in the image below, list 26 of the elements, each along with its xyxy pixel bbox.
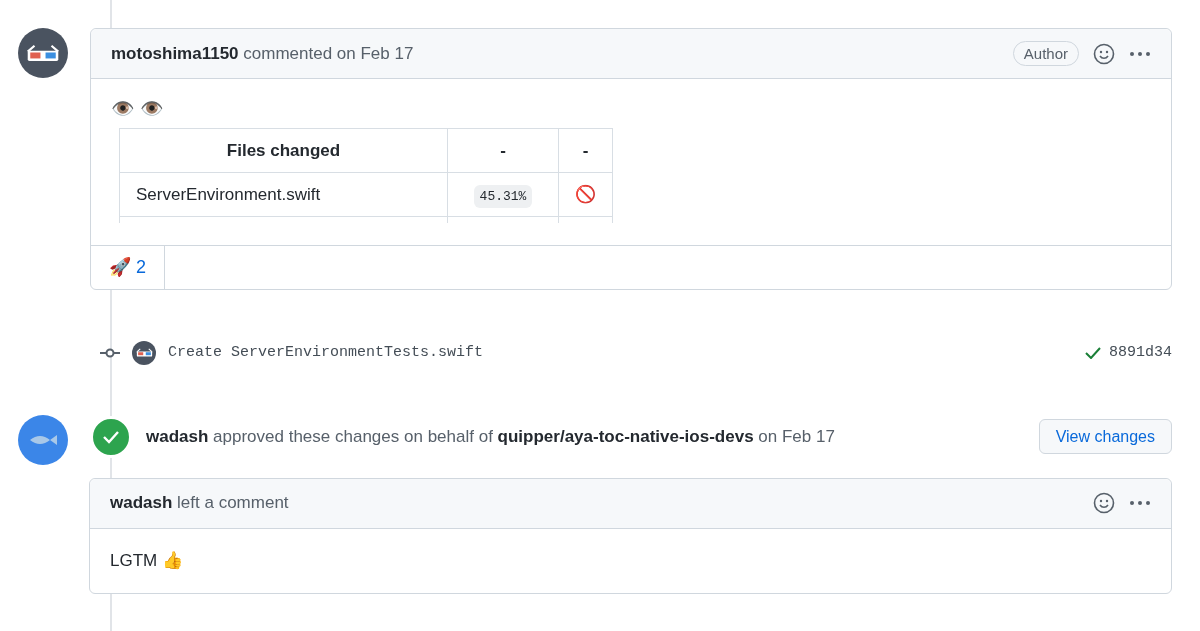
user-avatar[interactable] (18, 414, 68, 465)
column-header: Files changed (119, 128, 448, 173)
comment-body: LGTM 👍 (109, 550, 184, 572)
more-options-icon[interactable] (1129, 50, 1151, 57)
comment-header: wadash left a comment (110, 493, 290, 513)
add-reaction-icon[interactable] (1093, 42, 1115, 65)
column-header: - (558, 128, 613, 173)
comment-emoji: 👁 👁 (111, 97, 166, 120)
commit-sha[interactable]: 8891d34 (1109, 344, 1172, 361)
commit-icon (100, 347, 120, 358)
view-changes-button[interactable]: View changes (1038, 419, 1172, 454)
coverage-value: 45.31% (473, 184, 533, 208)
more-options-icon[interactable] (1129, 500, 1151, 506)
table-cell: ServerEnvironment.swift (119, 172, 448, 217)
user-avatar[interactable] (18, 28, 68, 78)
add-reaction-icon[interactable] (1093, 492, 1115, 514)
glasses-icon (26, 43, 60, 63)
table-cell: 🚫 (558, 172, 613, 217)
check-icon[interactable] (1085, 346, 1101, 359)
commit-message[interactable]: Create ServerEnvironmentTests.swift (168, 344, 1073, 361)
review-summary: wadash approved these changes on behalf of quipper/aya-toc-native-ios-devs on Feb 17 (146, 426, 836, 447)
glasses-icon (135, 347, 153, 358)
column-header: - (447, 128, 559, 173)
user-avatar[interactable] (132, 340, 156, 365)
reaction-button[interactable]: 🚀 2 (91, 245, 165, 289)
comment-header: motoshima1150 commented on Feb 17 (111, 43, 415, 64)
